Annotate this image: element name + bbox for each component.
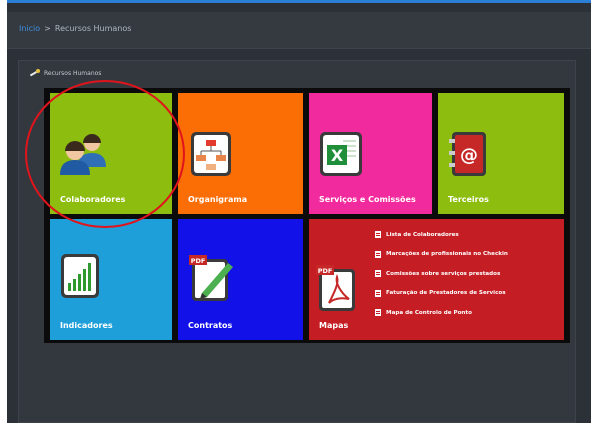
report-link-comissoes-servicos[interactable]: Comissões sobre serviços prestados: [375, 264, 508, 284]
report-link-label: Comissões sobre serviços prestados: [386, 270, 501, 277]
breadcrumb: Inicio > Recursos Humanos: [19, 24, 131, 33]
document-icon: [375, 231, 381, 239]
document-icon: [375, 250, 381, 258]
maps-report-list: Lista de Colaboradores Marcações de prof…: [375, 225, 508, 323]
report-link-label: Marcações de profissionais no Checkin: [386, 251, 508, 258]
report-link-marcacoes-checkin[interactable]: Marcações de profissionais no Checkin: [375, 245, 508, 265]
report-link-label: Lista de Colaboradores: [386, 231, 459, 238]
users-icon: [60, 134, 106, 175]
report-link-label: Mapa de Controlo de Ponto: [386, 309, 472, 316]
document-icon: [375, 270, 381, 278]
address-book-icon: @: [449, 132, 486, 176]
report-link-mapa-controlo-ponto[interactable]: Mapa de Controlo de Ponto: [375, 303, 508, 323]
tile-label: Contratos: [188, 321, 233, 330]
tile-label: Indicadores: [60, 321, 113, 330]
breadcrumb-current: Recursos Humanos: [54, 24, 132, 33]
report-link-faturacao-prestadores[interactable]: Faturação de Prestadores de Servicos: [375, 284, 508, 304]
org-chart-icon: [191, 132, 231, 176]
tile-terceiros[interactable]: @ Terceiros: [438, 93, 564, 214]
tile-label: Mapas: [319, 321, 349, 330]
tools-icon: [29, 69, 40, 77]
pdf-badge-text: PDF: [191, 257, 206, 265]
report-link-lista-colaboradores[interactable]: Lista de Colaboradores: [375, 225, 508, 245]
top-bar: Inicio > Recursos Humanos: [7, 12, 591, 49]
bar-chart-icon: [61, 254, 99, 298]
pdf-icon: PDF: [316, 265, 355, 311]
pdf-pen-icon: PDF: [189, 255, 233, 301]
report-link-label: Faturação de Prestadores de Servicos: [386, 290, 506, 297]
excel-icon: X: [320, 132, 362, 176]
at-sign-glyph: @: [460, 145, 478, 166]
panel-title-text: Recursos Humanos: [44, 69, 102, 77]
tile-servicos-comissoes[interactable]: X Serviços e Comissões: [309, 93, 432, 214]
tile-label: Organigrama: [188, 195, 248, 204]
tile-label: Colaboradores: [60, 195, 126, 204]
pdf-badge-text: PDF: [318, 267, 333, 275]
document-icon: [375, 289, 381, 297]
tile-contratos[interactable]: PDF Contratos: [178, 219, 303, 340]
tile-mapas[interactable]: PDF Lista de Colaboradores Marcações de …: [309, 219, 564, 340]
breadcrumb-separator: >: [44, 24, 51, 33]
panel-title: Recursos Humanos: [29, 67, 101, 79]
tile-organigrama[interactable]: Organigrama: [178, 93, 303, 214]
module-grid: Colaboradores Organigrama X Serviços e C…: [44, 88, 570, 343]
tile-colaboradores[interactable]: Colaboradores: [50, 93, 172, 214]
excel-icon-letter: X: [331, 146, 344, 165]
document-icon: [375, 309, 381, 317]
tile-indicadores[interactable]: Indicadores: [50, 219, 172, 340]
tile-label: Terceiros: [448, 195, 489, 204]
tile-label: Serviços e Comissões: [319, 195, 416, 204]
breadcrumb-home-link[interactable]: Inicio: [19, 24, 40, 33]
